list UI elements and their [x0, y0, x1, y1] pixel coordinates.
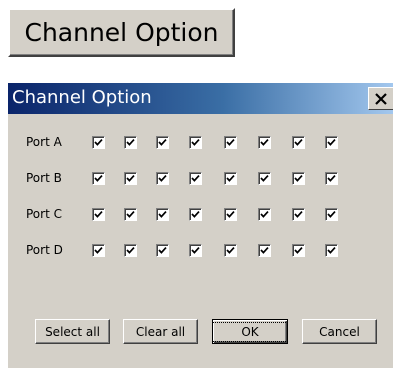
checkmark-icon — [158, 247, 167, 254]
checkbox-port-c-bit-1[interactable] — [292, 208, 305, 221]
checkbox-port-c-bit-0[interactable] — [325, 208, 338, 221]
close-button[interactable] — [368, 87, 393, 110]
checkbox-port-d-bit-4[interactable] — [189, 244, 202, 257]
checkbox-port-d-bit-2[interactable] — [258, 244, 271, 257]
checkmark-icon — [191, 211, 200, 218]
checkmark-icon — [294, 139, 303, 146]
checkbox-port-c-bit-7[interactable] — [92, 208, 105, 221]
checkmark-icon — [94, 175, 103, 182]
checkmark-icon — [94, 139, 103, 146]
checkmark-icon — [94, 247, 103, 254]
checkmark-icon — [191, 247, 200, 254]
checkbox-port-a-bit-3[interactable] — [224, 136, 237, 149]
row-label-port-d: Port D — [26, 243, 63, 257]
checkmark-icon — [191, 175, 200, 182]
checkmark-icon — [126, 175, 135, 182]
checkbox-port-b-bit-5[interactable] — [156, 172, 169, 185]
checkmark-icon — [294, 175, 303, 182]
dialog-title: Channel Option — [12, 87, 152, 108]
channel-option-dialog: Channel Option 76543210Port APort BPort … — [8, 83, 393, 368]
ok-button[interactable]: OK — [212, 319, 288, 344]
checkmark-icon — [226, 175, 235, 182]
checkmark-icon — [126, 139, 135, 146]
checkbox-port-b-bit-3[interactable] — [224, 172, 237, 185]
checkmark-icon — [260, 175, 269, 182]
checkbox-port-d-bit-1[interactable] — [292, 244, 305, 257]
clear-all-button[interactable]: Clear all — [123, 319, 198, 344]
checkbox-port-d-bit-0[interactable] — [325, 244, 338, 257]
checkmark-icon — [260, 211, 269, 218]
checkbox-port-c-bit-5[interactable] — [156, 208, 169, 221]
checkmark-icon — [126, 247, 135, 254]
checkmark-icon — [226, 139, 235, 146]
checkbox-port-a-bit-2[interactable] — [258, 136, 271, 149]
checkbox-port-c-bit-3[interactable] — [224, 208, 237, 221]
checkmark-icon — [158, 211, 167, 218]
checkmark-icon — [191, 139, 200, 146]
checkbox-port-a-bit-7[interactable] — [92, 136, 105, 149]
row-label-port-b: Port B — [26, 171, 62, 185]
checkmark-icon — [260, 139, 269, 146]
checkbox-port-c-bit-6[interactable] — [124, 208, 137, 221]
checkmark-icon — [94, 211, 103, 218]
row-label-port-a: Port A — [26, 135, 62, 149]
checkbox-port-a-bit-5[interactable] — [156, 136, 169, 149]
checkbox-port-a-bit-1[interactable] — [292, 136, 305, 149]
checkbox-port-d-bit-7[interactable] — [92, 244, 105, 257]
close-icon — [375, 92, 387, 105]
checkbox-port-b-bit-6[interactable] — [124, 172, 137, 185]
checkbox-port-b-bit-0[interactable] — [325, 172, 338, 185]
checkbox-port-c-bit-4[interactable] — [189, 208, 202, 221]
checkbox-port-a-bit-6[interactable] — [124, 136, 137, 149]
checkmark-icon — [158, 139, 167, 146]
checkbox-port-a-bit-4[interactable] — [189, 136, 202, 149]
checkbox-port-a-bit-0[interactable] — [325, 136, 338, 149]
checkmark-icon — [327, 175, 336, 182]
checkbox-port-d-bit-3[interactable] — [224, 244, 237, 257]
checkmark-icon — [294, 247, 303, 254]
channel-option-button[interactable]: Channel Option — [8, 8, 235, 57]
row-label-port-c: Port C — [26, 207, 62, 221]
checkbox-port-b-bit-2[interactable] — [258, 172, 271, 185]
ok-button-label: OK — [212, 321, 288, 342]
checkbox-port-b-bit-7[interactable] — [92, 172, 105, 185]
checkmark-icon — [294, 211, 303, 218]
checkmark-icon — [226, 211, 235, 218]
checkbox-port-d-bit-5[interactable] — [156, 244, 169, 257]
checkmark-icon — [158, 175, 167, 182]
checkmark-icon — [327, 211, 336, 218]
checkmark-icon — [327, 139, 336, 146]
checkmark-icon — [226, 247, 235, 254]
checkmark-icon — [260, 247, 269, 254]
checkmark-icon — [327, 247, 336, 254]
cancel-button[interactable]: Cancel — [302, 319, 377, 344]
checkbox-port-b-bit-1[interactable] — [292, 172, 305, 185]
select-all-button[interactable]: Select all — [35, 319, 110, 344]
checkbox-port-d-bit-6[interactable] — [124, 244, 137, 257]
checkbox-port-b-bit-4[interactable] — [189, 172, 202, 185]
checkmark-icon — [126, 211, 135, 218]
checkbox-port-c-bit-2[interactable] — [258, 208, 271, 221]
dialog-titlebar: Channel Option — [8, 83, 393, 114]
